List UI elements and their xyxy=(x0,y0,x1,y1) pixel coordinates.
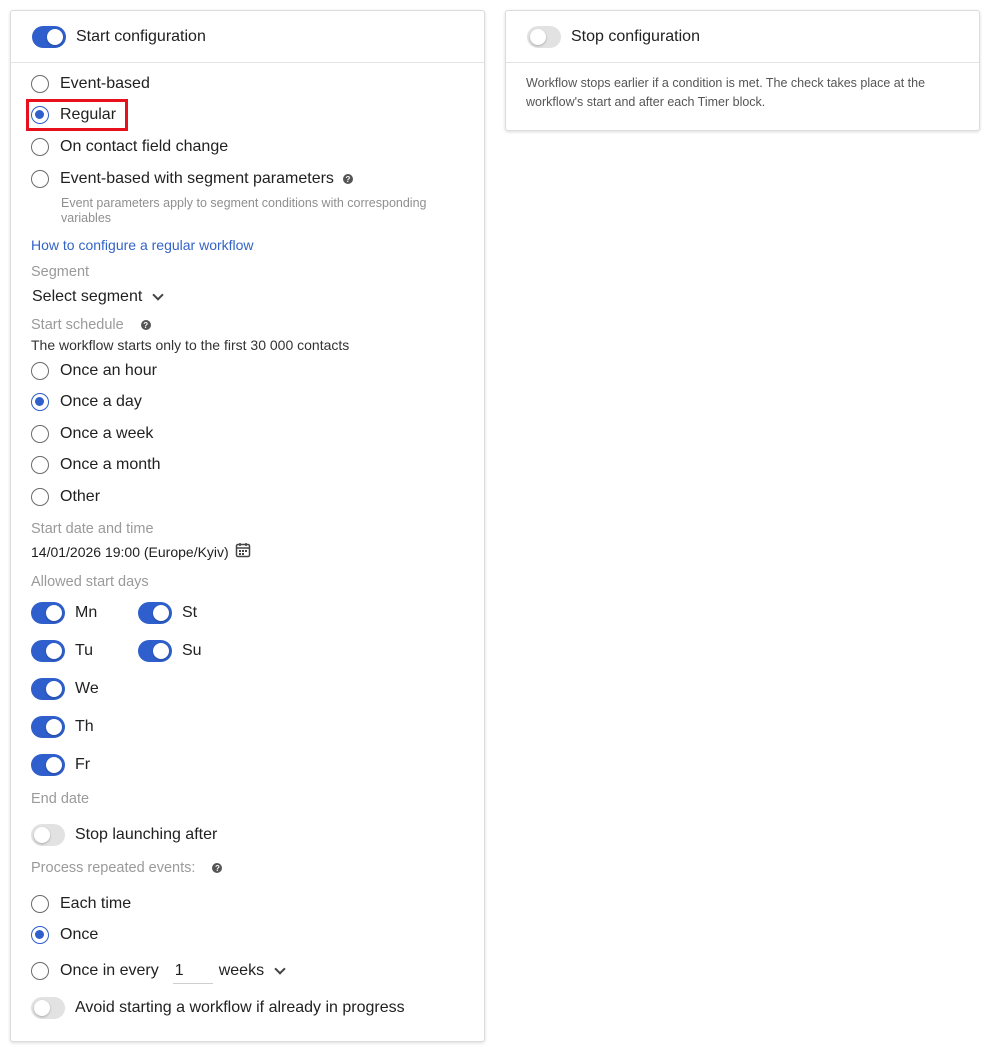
radio-circle[interactable] xyxy=(31,425,49,443)
radio-event-based[interactable]: Event-based xyxy=(31,73,150,95)
radio-once-a-day[interactable]: Once a day xyxy=(31,391,142,413)
day-toggle-we[interactable]: We xyxy=(31,677,99,701)
segment-select[interactable]: Select segment xyxy=(32,288,164,306)
day-toggle-fr[interactable]: Fr xyxy=(31,753,90,777)
start-schedule-hint: The workflow starts only to the first 30… xyxy=(31,337,350,353)
radio-circle[interactable] xyxy=(31,895,49,913)
radio-on-contact-field-change[interactable]: On contact field change xyxy=(31,136,228,158)
toggle-switch[interactable] xyxy=(31,602,65,624)
toggle-switch[interactable] xyxy=(31,754,65,776)
radio-once-a-month[interactable]: Once a month xyxy=(31,454,161,476)
help-icon[interactable]: ? xyxy=(342,174,353,184)
chevron-down-icon xyxy=(274,963,286,975)
end-date-label: End date xyxy=(31,791,90,807)
stop-configuration-card: Stop configuration Workflow stops earlie… xyxy=(505,10,980,131)
radio-circle[interactable] xyxy=(31,75,49,93)
start-configuration-title: Start configuration xyxy=(76,27,206,45)
start-configuration-header: Start configuration xyxy=(11,11,484,63)
start-schedule-label: Start schedule ? xyxy=(31,317,151,333)
day-toggle-su[interactable]: Su xyxy=(138,639,202,663)
toggle-switch[interactable] xyxy=(31,640,65,662)
help-icon[interactable]: ? xyxy=(212,863,223,874)
how-to-configure-link[interactable]: How to configure a regular workflow xyxy=(31,237,254,253)
radio-circle[interactable] xyxy=(31,456,49,474)
radio-circle[interactable] xyxy=(31,138,49,156)
toggle-switch[interactable] xyxy=(31,824,65,846)
start-datetime-value: 14/01/2026 19:00 (Europe/Kyiv) xyxy=(31,543,229,560)
radio-other[interactable]: Other xyxy=(31,486,100,508)
stop-configuration-header: Stop configuration xyxy=(506,11,979,63)
segment-select-value: Select segment xyxy=(32,288,143,305)
interval-number-input[interactable]: 1 xyxy=(172,958,213,984)
start-configuration-toggle[interactable] xyxy=(32,25,66,48)
avoid-in-progress-toggle-row[interactable]: Avoid starting a workflow if already in … xyxy=(31,996,405,1020)
day-toggle-mn[interactable]: Mn xyxy=(31,601,97,625)
toggle-switch[interactable] xyxy=(138,602,172,624)
segment-label: Segment xyxy=(31,264,90,280)
segment-params-hint: Event parameters apply to segment condit… xyxy=(61,196,427,225)
day-toggle-th[interactable]: Th xyxy=(31,715,94,739)
start-datetime-label: Start date and time xyxy=(31,521,154,537)
radio-once-a-week[interactable]: Once a week xyxy=(31,423,153,445)
radio-circle[interactable] xyxy=(31,393,49,411)
allowed-days-label: Allowed start days xyxy=(31,574,149,590)
stop-launching-after-toggle-row[interactable]: Stop launching after xyxy=(31,823,217,847)
day-toggle-st[interactable]: St xyxy=(138,601,197,625)
radio-circle[interactable] xyxy=(31,962,49,980)
chevron-down-icon xyxy=(152,289,164,301)
interval-unit-select[interactable]: weeks xyxy=(219,962,286,980)
radio-circle[interactable] xyxy=(31,362,49,380)
day-toggle-tu[interactable]: Tu xyxy=(31,639,93,663)
stop-configuration-description: Workflow stops earlier if a condition is… xyxy=(526,76,926,109)
toggle-switch[interactable] xyxy=(31,997,65,1019)
repeated-events-label: Process repeated events: ? xyxy=(31,860,223,876)
calendar-icon[interactable] xyxy=(235,542,251,561)
radio-once-in-every[interactable]: Once in every 1 weeks xyxy=(31,956,286,986)
toggle-switch[interactable] xyxy=(31,678,65,700)
radio-circle[interactable] xyxy=(31,926,49,944)
regular-highlight-box xyxy=(26,99,128,131)
radio-once[interactable]: Once xyxy=(31,924,98,946)
toggle-switch[interactable] xyxy=(31,716,65,738)
stop-configuration-title: Stop configuration xyxy=(571,27,700,45)
stop-configuration-toggle[interactable] xyxy=(527,25,561,48)
help-icon[interactable]: ? xyxy=(140,320,151,331)
radio-once-an-hour[interactable]: Once an hour xyxy=(31,360,157,382)
radio-each-time[interactable]: Each time xyxy=(31,893,131,915)
start-datetime-field[interactable]: 14/01/2026 19:00 (Europe/Kyiv) xyxy=(31,542,251,561)
toggle-switch[interactable] xyxy=(138,640,172,662)
radio-circle[interactable] xyxy=(31,170,49,188)
radio-event-based-segment-params[interactable]: Event-based with segment parameters ? xyxy=(31,168,353,190)
radio-circle[interactable] xyxy=(31,488,49,506)
